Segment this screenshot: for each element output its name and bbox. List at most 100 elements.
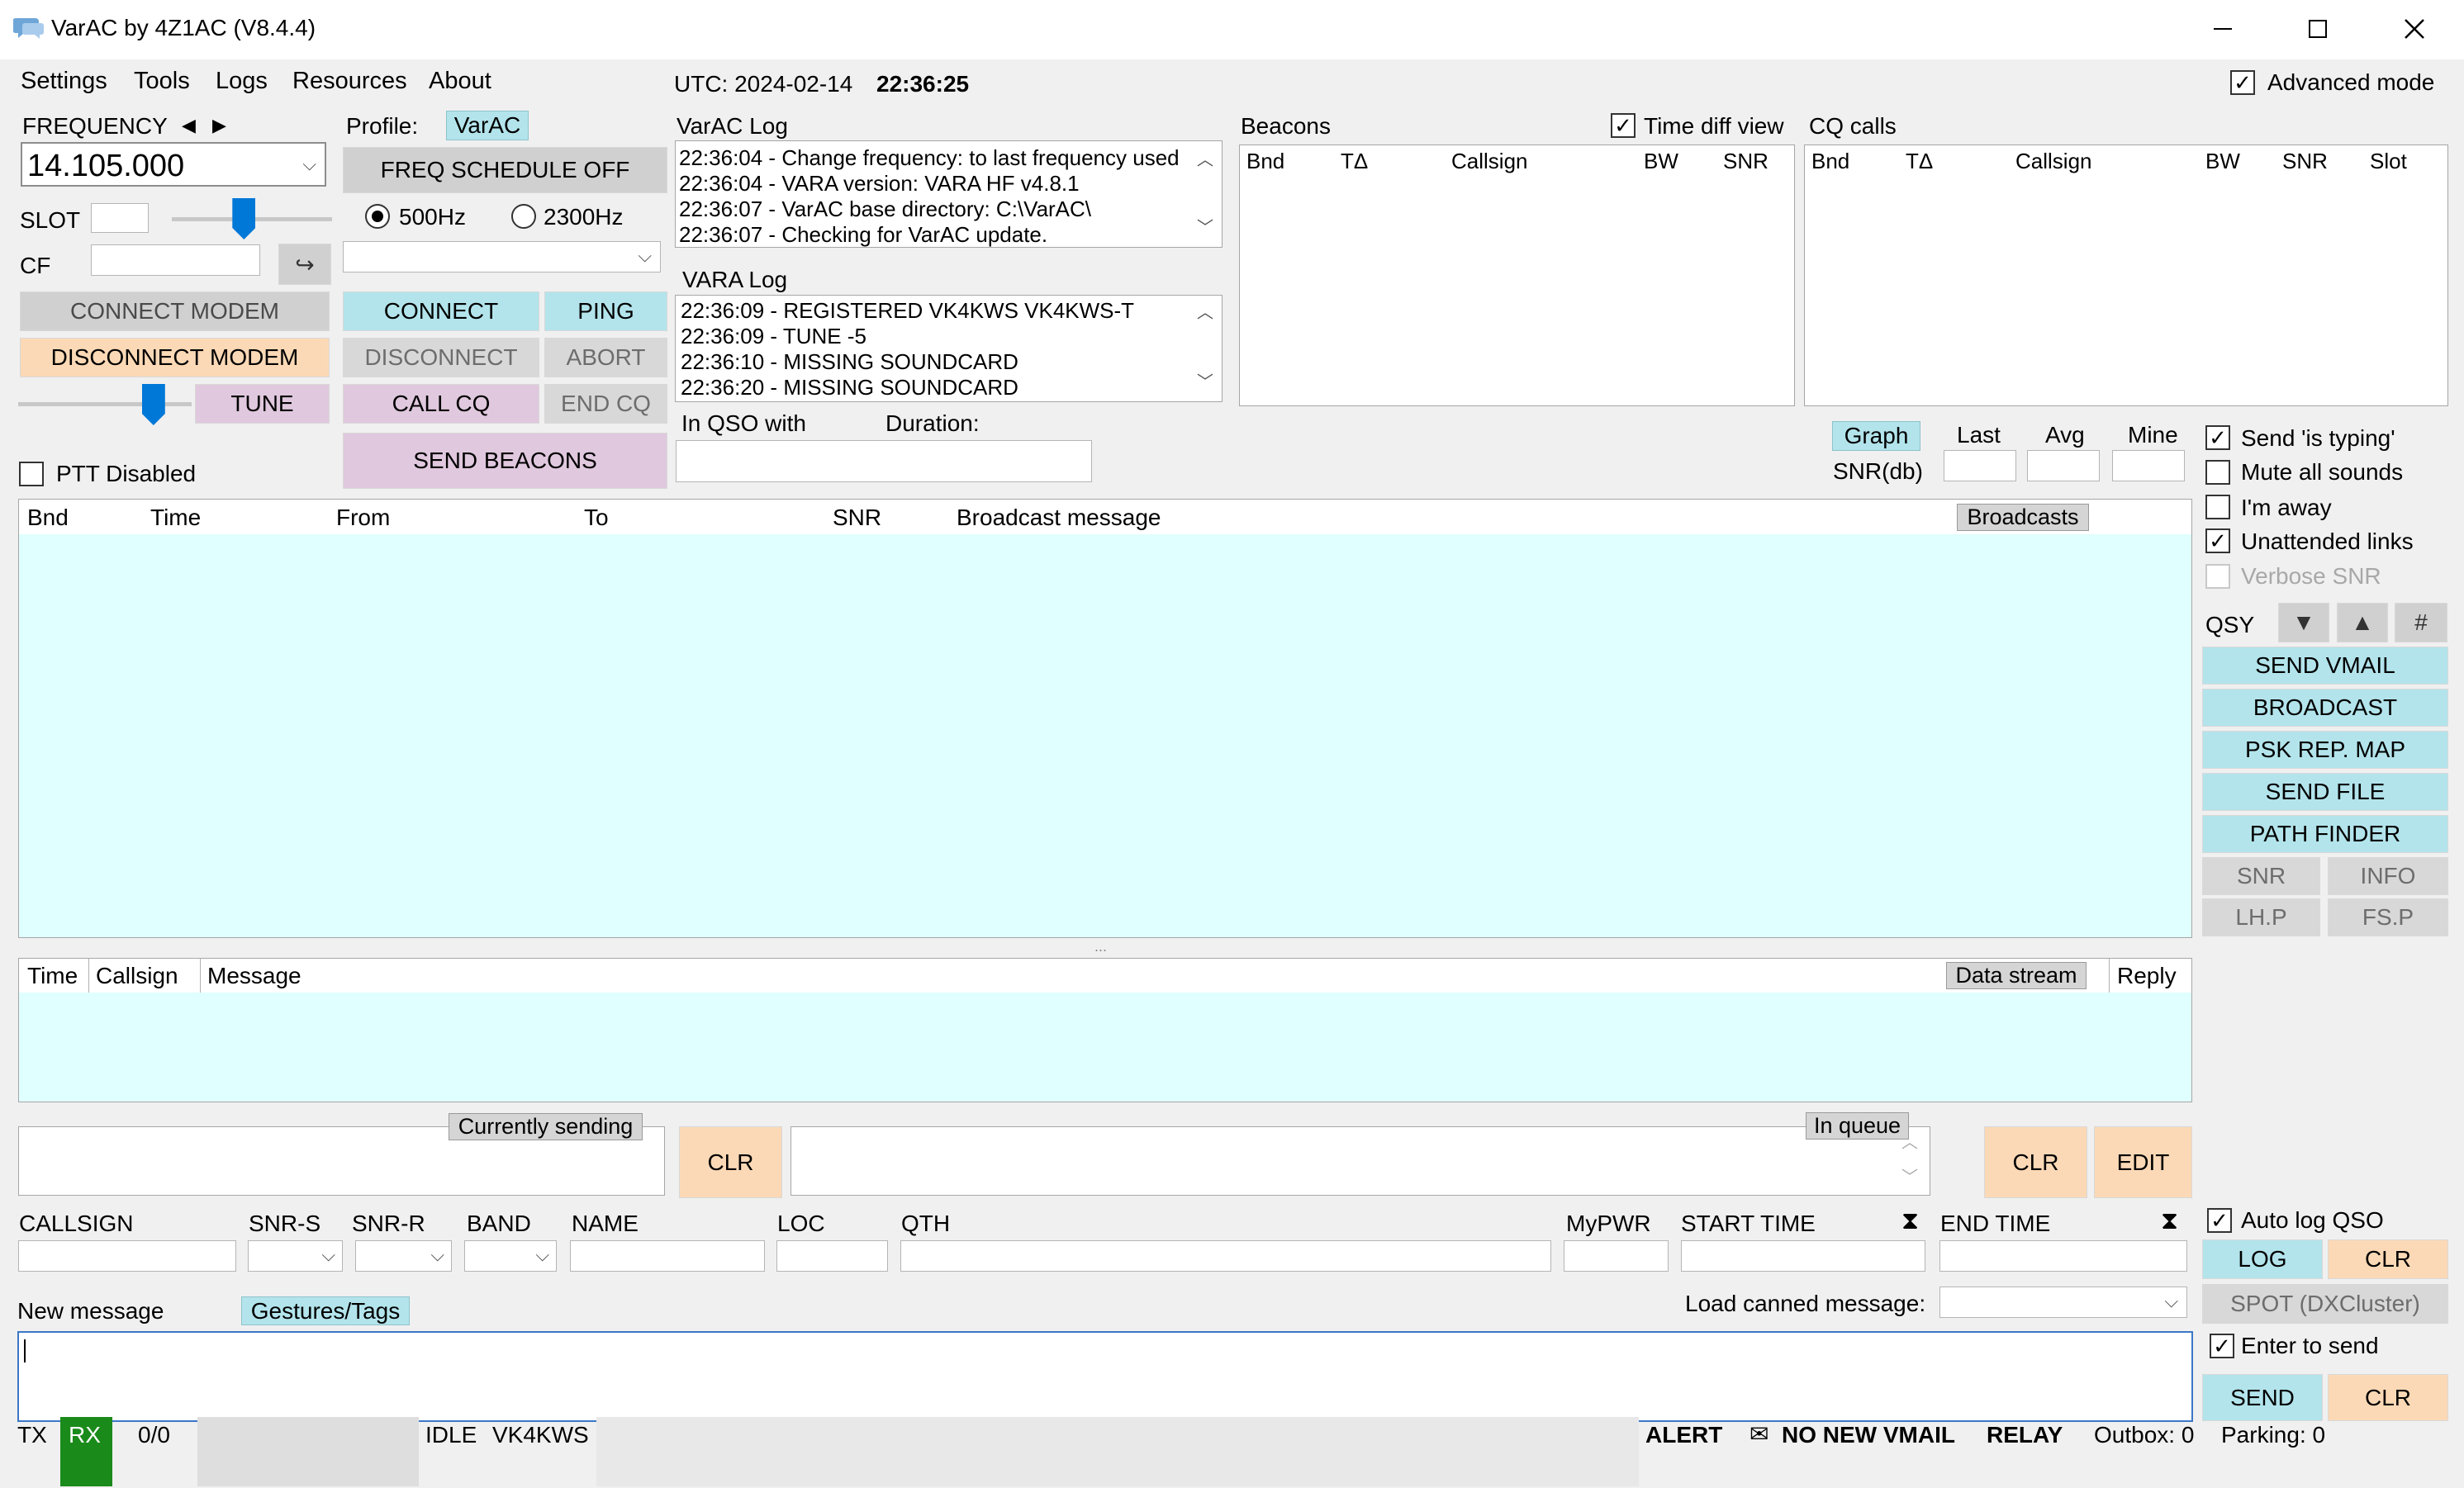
tune-button[interactable]: TUNE <box>195 384 330 424</box>
relay-indicator[interactable]: RELAY <box>1987 1422 2063 1448</box>
vmail-status[interactable]: NO NEW VMAIL <box>1782 1422 1955 1448</box>
splitter-handle[interactable]: ... <box>1094 938 1107 955</box>
alert-indicator[interactable]: ALERT <box>1645 1422 1722 1448</box>
end-time-input[interactable] <box>1939 1240 2187 1272</box>
clear-queue-button[interactable]: CLR <box>1984 1126 2087 1198</box>
info-button[interactable]: INFO <box>2328 857 2448 895</box>
minimize-icon[interactable] <box>2214 28 2232 30</box>
bw-500-radio[interactable] <box>365 204 390 229</box>
send-typing-checkbox[interactable]: ✓ <box>2205 425 2230 450</box>
frequency-label: FREQUENCY <box>22 113 168 139</box>
loc-input[interactable] <box>776 1240 888 1272</box>
send-button[interactable]: SEND <box>2202 1374 2323 1421</box>
band-select[interactable]: ⌵ <box>464 1240 557 1272</box>
outbox-count[interactable]: Outbox: 0 <box>2094 1422 2194 1448</box>
new-message-input[interactable] <box>17 1331 2193 1422</box>
menu-about[interactable]: About <box>429 68 491 95</box>
slot-input[interactable] <box>91 203 149 233</box>
mute-sounds-checkbox[interactable] <box>2205 460 2230 485</box>
scroll-down-icon[interactable]: ﹀ <box>1901 1163 1918 1187</box>
profile-dropdown[interactable]: ⌵ <box>343 241 661 272</box>
connect-button[interactable]: CONNECT <box>343 291 539 331</box>
time-diff-checkbox[interactable]: ✓ <box>1611 113 1636 138</box>
start-time-input[interactable] <box>1681 1240 1925 1272</box>
scroll-up-icon[interactable]: ︿ <box>1197 146 1213 170</box>
bw-2300-radio[interactable] <box>511 204 536 229</box>
mypwr-input[interactable] <box>1564 1240 1669 1272</box>
varac-log-panel[interactable]: 22:36:04 - Change frequency: to last fre… <box>675 140 1223 248</box>
away-checkbox[interactable] <box>2205 495 2230 519</box>
send-vmail-button[interactable]: SEND VMAIL <box>2202 647 2448 685</box>
snr-s-select[interactable]: ⌵ <box>248 1240 343 1272</box>
spot-dxcluster-button[interactable]: SPOT (DXCluster) <box>2202 1284 2448 1324</box>
send-file-button[interactable]: SEND FILE <box>2202 773 2448 811</box>
broadcast-button[interactable]: BROADCAST <box>2202 689 2448 727</box>
menu-resources[interactable]: Resources <box>292 68 407 95</box>
clear-sending-button[interactable]: CLR <box>679 1126 782 1198</box>
cf-apply-button[interactable]: ↪ <box>278 244 331 285</box>
hourglass-icon[interactable]: ⧗ <box>1901 1207 1919 1235</box>
menu-settings[interactable]: Settings <box>21 68 107 95</box>
beacons-table[interactable]: Bnd TΔ Callsign BW SNR <box>1239 145 1795 406</box>
qsy-up-button[interactable]: ▲ <box>2337 603 2388 642</box>
log-button[interactable]: LOG <box>2202 1239 2323 1279</box>
connect-modem-button[interactable]: CONNECT MODEM <box>20 291 330 331</box>
freq-prev-icon[interactable]: ◀ <box>182 115 196 136</box>
path-finder-button[interactable]: PATH FINDER <box>2202 815 2448 853</box>
data-stream-button[interactable]: Data stream <box>1946 962 2087 989</box>
auto-log-checkbox[interactable]: ✓ <box>2207 1208 2232 1233</box>
scroll-down-icon[interactable]: ﹀ <box>1197 214 1213 238</box>
edit-queue-button[interactable]: EDIT <box>2094 1126 2192 1198</box>
gestures-tags-button[interactable]: Gestures/Tags <box>241 1296 410 1325</box>
tune-slider-thumb[interactable] <box>141 384 165 425</box>
in-queue-box[interactable]: ︿ ﹀ <box>790 1126 1930 1196</box>
disconnect-modem-button[interactable]: DISCONNECT MODEM <box>20 338 330 377</box>
ping-button[interactable]: PING <box>544 291 667 331</box>
varac-log-title: VarAC Log <box>677 113 788 139</box>
canned-message-select[interactable]: ⌵ <box>1939 1287 2187 1318</box>
broadcast-table-body[interactable] <box>18 534 2192 938</box>
verbose-snr-checkbox[interactable] <box>2205 564 2230 589</box>
lhp-button[interactable]: LH.P <box>2202 898 2320 936</box>
cf-input[interactable] <box>91 244 260 276</box>
log-clear-button[interactable]: CLR <box>2328 1239 2448 1279</box>
end-cq-button[interactable]: END CQ <box>544 384 667 424</box>
profile-selector[interactable]: VarAC <box>446 111 529 140</box>
close-icon[interactable] <box>2402 17 2427 41</box>
snr-button[interactable]: SNR <box>2202 857 2320 895</box>
qth-input[interactable] <box>900 1240 1551 1272</box>
slot-slider-thumb[interactable] <box>232 198 256 239</box>
menu-tools[interactable]: Tools <box>134 68 190 95</box>
scroll-down-icon[interactable]: ﹀ <box>1197 368 1213 392</box>
fsp-button[interactable]: FS.P <box>2328 898 2448 936</box>
qsy-down-button[interactable]: ▼ <box>2278 603 2329 642</box>
send-beacons-button[interactable]: SEND BEACONS <box>343 433 667 489</box>
callsign-input[interactable] <box>18 1240 236 1272</box>
disconnect-button[interactable]: DISCONNECT <box>343 338 539 377</box>
freq-schedule-button[interactable]: FREQ SCHEDULE OFF <box>343 147 667 193</box>
call-cq-button[interactable]: CALL CQ <box>343 384 539 424</box>
abort-button[interactable]: ABORT <box>544 338 667 377</box>
ptt-disabled-checkbox[interactable] <box>19 462 44 486</box>
frequency-select[interactable]: 14.105.000 ⌵ <box>21 142 326 187</box>
scroll-up-icon[interactable]: ︿ <box>1197 299 1213 323</box>
parking-count[interactable]: Parking: 0 <box>2221 1422 2325 1448</box>
freq-next-icon[interactable]: ▶ <box>212 115 226 136</box>
tune-slider-track[interactable] <box>18 402 192 406</box>
unattended-links-checkbox[interactable]: ✓ <box>2205 528 2230 553</box>
menu-logs[interactable]: Logs <box>216 68 268 95</box>
name-input[interactable] <box>570 1240 765 1272</box>
broadcasts-filter-button[interactable]: Broadcasts <box>1957 504 2089 531</box>
message-table-body[interactable] <box>18 993 2192 1102</box>
graph-button[interactable]: Graph <box>1832 421 1920 451</box>
cq-calls-table[interactable]: Bnd TΔ Callsign BW SNR Slot <box>1804 145 2448 406</box>
psk-map-button[interactable]: PSK REP. MAP <box>2202 731 2448 769</box>
snr-r-select[interactable]: ⌵ <box>355 1240 452 1272</box>
vara-log-panel[interactable]: 22:36:09 - REGISTERED VK4KWS VK4KWS-T 22… <box>675 295 1223 402</box>
maximize-icon[interactable] <box>2309 20 2327 38</box>
enter-to-send-checkbox[interactable]: ✓ <box>2210 1334 2234 1358</box>
hourglass-icon[interactable]: ⧗ <box>2161 1207 2178 1235</box>
message-clear-button[interactable]: CLR <box>2328 1374 2448 1421</box>
qsy-hash-button[interactable]: # <box>2395 603 2447 642</box>
advanced-mode-checkbox[interactable]: ✓ <box>2230 70 2255 95</box>
